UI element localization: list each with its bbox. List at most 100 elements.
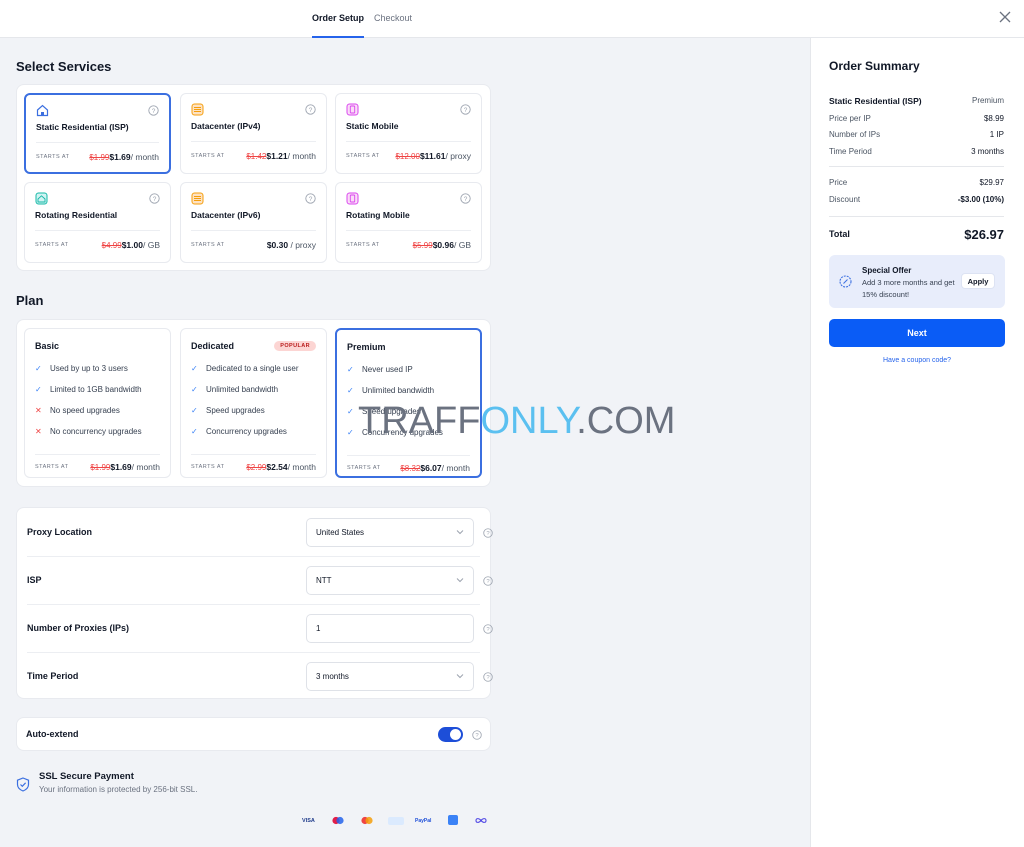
starts-at-label: STARTS AT [191,153,225,159]
service-name: Datacenter (IPv4) [191,121,261,131]
order-summary-sidebar: Order Summary Static Residential (ISP) P… [810,38,1024,847]
divider [347,455,470,456]
service-price: $1.99$1.69/ month [89,152,159,162]
new-price: $1.69 [109,152,131,162]
service-price: $5.99$0.96/ GB [413,240,471,250]
cross-icon: ✕ [35,427,42,436]
service-card-datacenter-ipv6[interactable]: ? Datacenter (IPv6) STARTS AT $0.30 / pr… [180,182,327,263]
check-icon: ✓ [191,406,198,415]
check-icon: ✓ [35,364,42,373]
divider [346,141,471,142]
new-price: $0.30 [266,240,289,250]
divider [829,166,1004,167]
time-period-select[interactable]: 3 months [306,662,474,691]
phone-icon [346,192,359,205]
plan-feature: ✓ Concurrency upgrades [191,427,287,436]
plan-card-dedicated[interactable]: Dedicated POPULAR ✓ Dedicated to a single… [180,328,327,478]
check-icon: ✓ [35,385,42,394]
new-price: $1.21 [266,151,288,161]
server-icon [191,103,204,116]
help-icon[interactable]: ? [460,104,471,115]
help-icon[interactable]: ? [305,193,316,204]
proxy-location-row: Proxy Location United States ? [27,508,493,556]
starts-at-label: STARTS AT [191,464,225,470]
help-icon[interactable]: ? [305,104,316,115]
divider [36,142,159,143]
service-card-datacenter-ipv4[interactable]: ? Datacenter (IPv4) STARTS AT $1.42$1.21… [180,93,327,174]
plan-feature: ✓ Speed upgrades [191,406,265,415]
summary-num-ips-row: Number of IPs 1 IP [829,130,1004,139]
check-icon: ✓ [191,385,198,394]
next-button[interactable]: Next [829,319,1005,347]
service-card-static-mobile[interactable]: ? Static Mobile STARTS AT $12.00$11.61/ … [335,93,482,174]
autoextend-panel: Auto-extend ? [16,717,491,751]
price-unit: / month [287,151,316,161]
service-card-rotating-mobile[interactable]: ? Rotating Mobile STARTS AT $5.99$0.96/ … [335,182,482,263]
help-icon[interactable]: ? [460,193,471,204]
service-card-rotating-residential[interactable]: ? Rotating Residential STARTS AT $4.99$1… [24,182,171,263]
phone-icon [346,103,359,116]
plan-title: Plan [16,293,44,308]
summary-product: Static Residential (ISP) [829,96,922,106]
tab-checkout[interactable]: Checkout [374,0,412,38]
plan-name: Basic [35,341,60,351]
service-name: Static Residential (ISP) [36,122,129,132]
old-price: $12.00 [395,152,420,161]
isp-row: ISP NTT ? [27,556,493,604]
help-icon[interactable]: ? [483,624,493,634]
help-icon[interactable]: ? [483,672,493,682]
proxy-count-input[interactable]: 1 [306,614,474,643]
server-icon [191,192,204,205]
help-icon[interactable]: ? [148,105,159,116]
service-card-static-residential[interactable]: ? Static Residential (ISP) STARTS AT $1.… [24,93,171,174]
cross-icon: ✕ [35,406,42,415]
service-price: $0.30 / proxy [267,240,316,250]
service-name: Rotating Mobile [346,210,410,220]
maestro-icon [332,816,344,825]
help-icon[interactable]: ? [483,576,493,586]
visa-icon: VISA [302,818,315,824]
autoextend-toggle[interactable] [438,727,463,742]
svg-text:?: ? [486,579,490,585]
new-price: $11.61 [419,151,446,161]
proxy-location-select[interactable]: United States [306,518,474,547]
chevron-down-icon [456,578,464,583]
mastercard-icon [361,816,373,825]
plan-card-basic[interactable]: Basic ✓ Used by up to 3 users ✓ Limited to… [24,328,171,478]
ssl-title: SSL Secure Payment [39,771,134,782]
old-price: $1.99 [90,463,111,472]
time-period-label: Time Period [27,671,79,681]
svg-text:?: ? [464,107,468,114]
starts-at-label: STARTS AT [36,154,70,160]
plan-feature: ✓ Dedicated to a single user [191,364,299,373]
apply-offer-button[interactable]: Apply [961,273,995,289]
chevron-down-icon [456,530,464,535]
new-price: $1.69 [110,462,132,472]
summary-period-row: Time Period 3 months [829,147,1004,156]
divider [191,230,316,231]
watermark: TRAFFONLY.COM [358,400,676,442]
time-period-row: Time Period 3 months ? [27,652,493,700]
proxy-location-label: Proxy Location [27,527,93,537]
close-icon[interactable] [998,10,1012,24]
help-icon[interactable]: ? [483,528,493,538]
plan-name: Premium [347,342,386,352]
help-icon[interactable]: ? [149,193,160,204]
svg-text:?: ? [486,627,490,633]
price-unit: / month [441,463,470,473]
isp-label: ISP [27,575,42,585]
isp-select[interactable]: NTT [306,566,474,595]
starts-at-label: STARTS AT [35,464,69,470]
svg-text:?: ? [486,675,490,681]
tab-order-setup[interactable]: Order Setup [312,0,365,38]
select-services-title: Select Services [16,59,112,74]
house-rotate-icon [35,192,48,205]
summary-price-per-ip-row: Price per IP $8.99 [829,114,1004,123]
help-icon[interactable]: ? [472,730,482,740]
summary-plan: Premium [971,96,1004,105]
old-price: $4.99 [101,241,122,250]
plan-name: Dedicated [191,341,235,351]
coupon-link[interactable]: Have a coupon code? [829,357,1005,364]
plan-feature: ✓ Unlimited bandwidth [191,385,279,394]
amex-icon [388,817,404,825]
